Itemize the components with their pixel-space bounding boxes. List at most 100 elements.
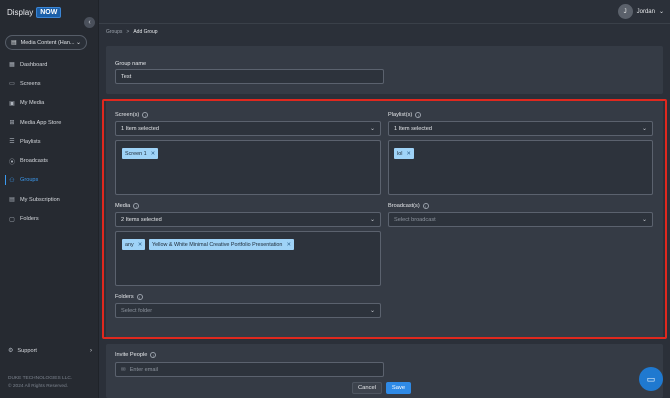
sidebar: Display NOW ‹ ▤ Media Content (Han... ⌄ … [0,0,99,398]
info-icon[interactable]: i [150,352,157,358]
cancel-button[interactable]: Cancel [352,382,382,394]
collapse-sidebar-button[interactable]: ‹ [84,17,95,28]
folders-label-text: Folders [115,294,134,300]
app-store-icon: ⊞ [9,120,15,127]
folders-select[interactable]: Select folder ⌄ [115,303,381,318]
sidebar-item-label: Playlists [20,138,41,145]
chevron-down-icon: ⌄ [369,217,375,223]
screens-selected: 1 Item selected [121,125,159,132]
info-icon[interactable]: i [136,294,143,300]
invite-label-text: Invite People [115,352,148,358]
user-menu[interactable]: J Jordan ⌄ [617,4,664,19]
sidebar-item-my-media[interactable]: ▣ My Media [0,94,99,113]
chevron-down-icon: ⌄ [75,40,81,46]
sidebar-item-screens[interactable]: ▭ Screens [0,74,99,93]
media-selected: 2 Items selected [121,216,162,223]
playlist-tag: lol ✕ [394,148,414,159]
sidebar-item-media-app-store[interactable]: ⊞ Media App Store [0,113,99,132]
info-icon[interactable]: i [133,203,140,209]
avatar: J [617,4,633,19]
brand-name: Display [7,7,34,17]
app-logo[interactable]: Display NOW [7,6,62,18]
group-name-value: Test [121,73,132,80]
media-tag-box[interactable]: any ✕ Yellow & White Minimal Creative Por… [115,231,381,286]
sidebar-item-label: Media App Store [20,119,62,126]
media-icon: ▣ [9,100,15,107]
chevron-right-icon: › [90,347,92,354]
playlists-label: Playlist(s) i [388,112,422,118]
folders-placeholder: Select folder [121,307,153,314]
support-menu[interactable]: ⚙ Support › [8,347,92,355]
chat-icon: ▭ [646,373,656,384]
top-bar: J Jordan ⌄ [99,0,670,24]
breadcrumb-parent[interactable]: Groups [106,29,122,35]
sidebar-item-label: Screens [20,80,41,87]
screens-label: Screen(s) i [115,112,149,118]
chat-support-button[interactable]: ▭ [639,367,663,391]
playlists-selected: 1 Item selected [394,125,432,132]
group-name-label: Group name [115,61,146,67]
info-icon[interactable]: i [415,112,422,118]
folder-icon: ▤ [11,40,17,46]
playlists-label-text: Playlist(s) [388,112,413,118]
group-name-label-text: Group name [115,61,147,67]
sidebar-item-broadcasts[interactable]: ⦿ Broadcasts [0,151,99,170]
breadcrumb: Groups > Add Group [106,29,158,35]
sidebar-item-dashboard[interactable]: ▦ Dashboard [0,55,99,74]
media-label: Media i [115,203,140,209]
gear-icon: ⚙ [8,348,14,354]
invite-email-input[interactable]: ✉ Enter email [115,362,384,377]
playlists-tag-box[interactable]: lol ✕ [388,140,653,195]
sidebar-item-label: My Subscription [20,196,60,203]
sidebar-nav: ▦ Dashboard ▭ Screens ▣ My Media ⊞ Media App… [0,55,99,229]
close-icon[interactable]: ✕ [406,151,411,157]
screens-label-text: Screen(s) [115,112,140,118]
sidebar-item-groups[interactable]: ⚇ Groups [0,171,99,190]
group-name-input[interactable]: Test [115,69,384,84]
broadcasts-label-text: Broadcast(s) [388,203,420,209]
broadcasts-select[interactable]: Select broadcast ⌄ [388,212,653,227]
sidebar-item-playlists[interactable]: ☰ Playlists [0,132,99,151]
screens-select[interactable]: 1 Item selected ⌄ [115,121,381,136]
screen-tag: Screen 1 ✕ [122,148,159,159]
chevron-left-icon: ‹ [88,19,91,26]
brand-badge: NOW [36,6,62,18]
tag-label: Yellow & White Minimal Creative Portfoli… [152,241,283,248]
media-select[interactable]: 2 Items selected ⌄ [115,212,381,227]
close-icon[interactable]: ✕ [286,242,291,248]
sidebar-item-label: Broadcasts [20,158,48,165]
save-button[interactable]: Save [386,382,411,394]
playlist-icon: ☰ [9,139,15,146]
dashboard-icon: ▦ [9,62,15,69]
mail-icon: ✉ [121,366,126,373]
workspace-label: Media Content (Han... [20,39,75,46]
screens-icon: ▭ [9,81,15,88]
tag-label: Screen 1 [125,150,147,157]
breadcrumb-current: Add Group [133,29,158,35]
broadcasts-placeholder: Select broadcast [394,216,436,223]
close-icon[interactable]: ✕ [138,242,143,248]
sidebar-item-label: My Media [20,100,45,107]
sidebar-item-my-subscription[interactable]: ▤ My Subscription [0,190,99,209]
groups-icon: ⚇ [9,177,15,184]
info-icon[interactable]: i [142,112,149,118]
chevron-down-icon: ⌄ [658,9,664,15]
sidebar-item-label: Groups [20,177,39,184]
sidebar-item-label: Dashboard [20,61,48,68]
playlists-select[interactable]: 1 Item selected ⌄ [388,121,653,136]
copyright-line-1: DUKE TECHNOLOGIES LLC. [8,376,73,381]
chevron-down-icon: ⌄ [641,126,647,132]
sidebar-item-folders[interactable]: ▢ Folders [0,209,99,228]
media-tag: any ✕ [122,239,146,250]
media-label-text: Media [115,203,131,209]
screens-tag-box[interactable]: Screen 1 ✕ [115,140,381,195]
chevron-down-icon: ⌄ [641,217,647,223]
chevron-down-icon: ⌄ [369,126,375,132]
sidebar-item-label: Folders [20,216,39,223]
workspace-select[interactable]: ▤ Media Content (Han... ⌄ [5,35,87,50]
info-icon[interactable]: i [422,203,429,209]
copyright: DUKE TECHNOLOGIES LLC. © 2024 All Rights… [8,375,72,390]
copyright-line-2: © 2024 All Rights Reserved. [8,383,69,389]
subscription-icon: ▤ [9,197,15,204]
close-icon[interactable]: ✕ [151,151,156,157]
